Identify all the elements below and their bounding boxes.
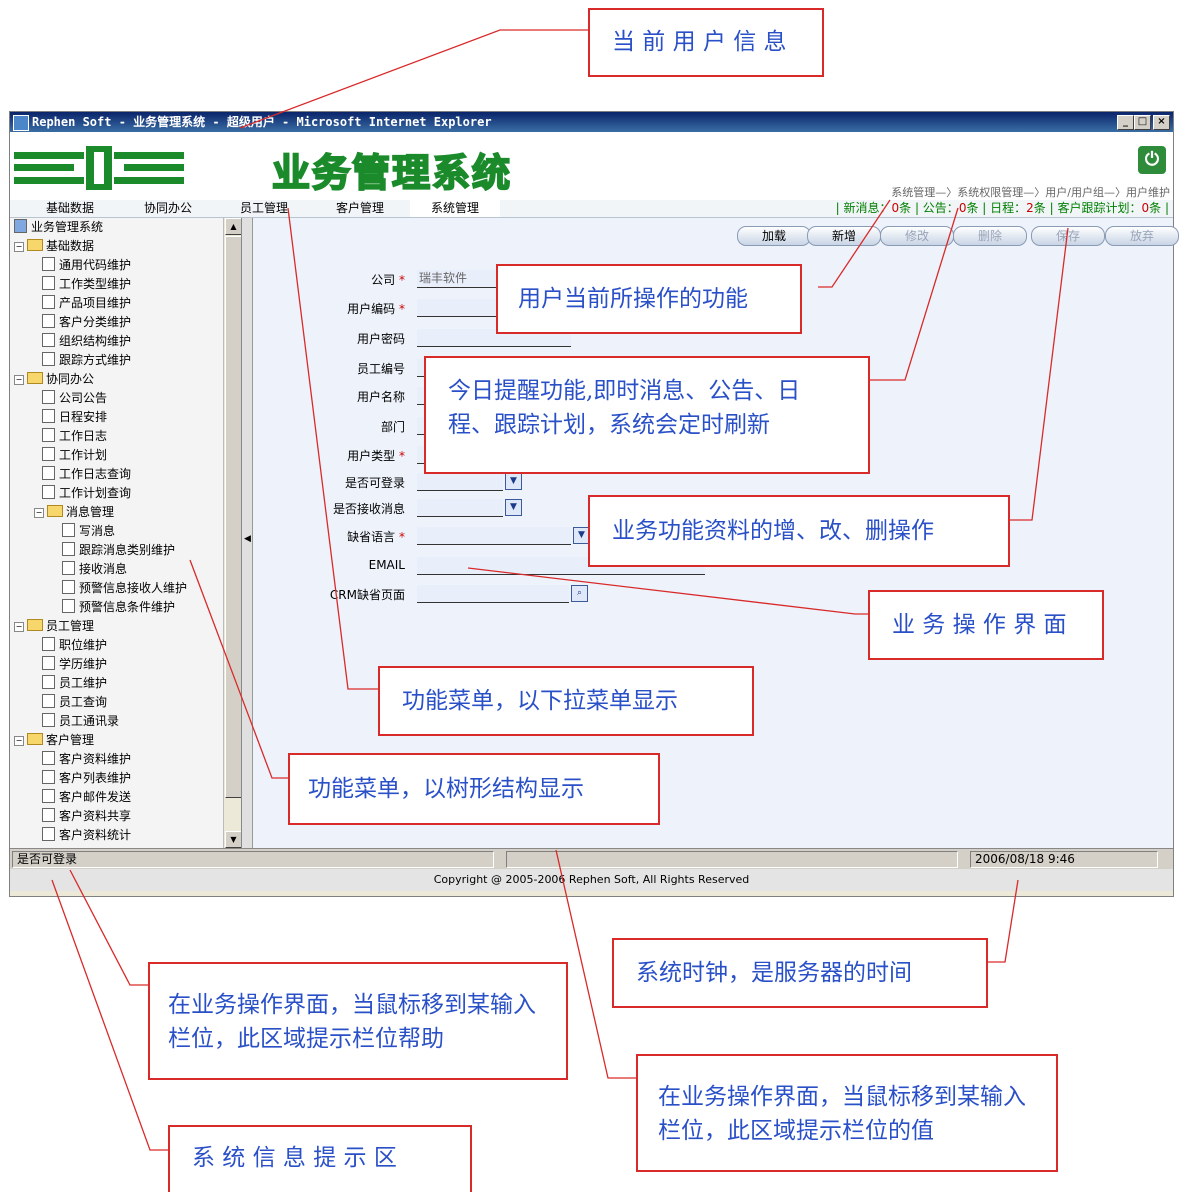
note-tree-menu: 功能菜单，以树形结构显示 [288, 753, 660, 825]
note-field-help: 在业务操作界面，当鼠标移到某输入栏位，此区域提示栏位帮助 [148, 962, 568, 1080]
note-crud: 业务功能资料的增、改、删操作 [588, 495, 1010, 567]
note-reminder: 今日提醒功能,即时消息、公告、日程、跟踪计划，系统会定时刷新 [424, 356, 870, 474]
note-sys-info: 系 统 信 息 提 示 区 [168, 1125, 472, 1192]
note-field-value: 在业务操作界面，当鼠标移到某输入栏位，此区域提示栏位的值 [636, 1054, 1058, 1172]
note-dropdown-menu: 功能菜单，以下拉菜单显示 [378, 666, 754, 736]
note-clock: 系统时钟，是服务器的时间 [612, 938, 988, 1008]
note-work-area: 业 务 操 作 界 面 [868, 590, 1104, 660]
note-current-user: 当 前 用 户 信 息 [588, 8, 824, 77]
note-current-function: 用户当前所操作的功能 [496, 264, 802, 334]
